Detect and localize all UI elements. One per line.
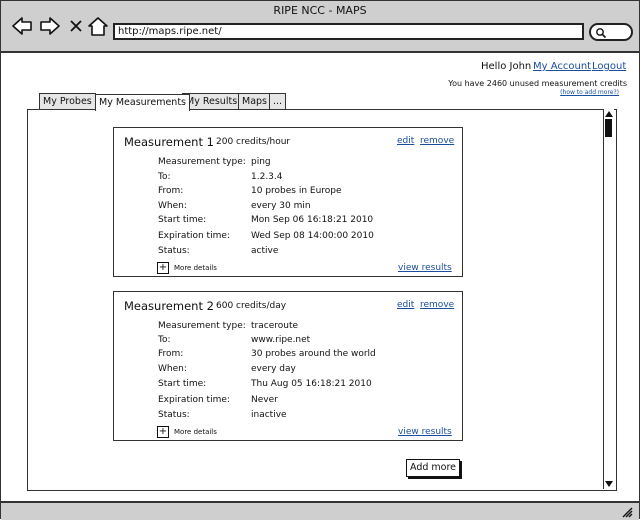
field-label: Start time:	[158, 379, 207, 389]
vertical-scrollbar[interactable]	[603, 109, 614, 489]
more-details-label: More details	[174, 264, 217, 272]
field-label: To:	[158, 172, 171, 182]
field-row-expiration: Expiration time: Never	[158, 395, 278, 407]
field-value: active	[251, 246, 279, 256]
field-row-when: When: every 30 min	[158, 201, 311, 213]
home-icon[interactable]	[87, 15, 109, 37]
tab-my-probes[interactable]: My Probes	[39, 93, 96, 109]
view-results-link[interactable]: view results	[398, 263, 452, 273]
field-value: 30 probes around the world	[251, 349, 376, 359]
how-to-add-more-link[interactable]: (how to add more?)	[431, 89, 619, 96]
more-details-toggle[interactable]: + More details	[157, 262, 217, 274]
measurement-rate: 600 credits/day	[216, 301, 287, 311]
field-label: Measurement type:	[158, 321, 246, 331]
field-value: every 30 min	[251, 201, 311, 211]
measurement-card: Measurement 1 200 credits/hour edit remo…	[113, 127, 463, 277]
measurement-rate: 200 credits/hour	[216, 137, 291, 147]
field-value: Thu Aug 05 16:18:21 2010	[251, 379, 372, 389]
field-row-expiration: Expiration time: Wed Sep 08 14:00:00 2010	[158, 231, 374, 243]
remove-link[interactable]: remove	[420, 300, 454, 310]
plus-icon[interactable]: +	[157, 426, 169, 438]
field-row-type: Measurement type: ping	[158, 157, 271, 169]
measurement-card: Measurement 2 600 credits/day edit remov…	[113, 291, 463, 441]
edit-link[interactable]: edit	[397, 136, 414, 146]
field-row-start: Start time: Mon Sep 06 16:18:21 2010	[158, 215, 373, 227]
field-value: inactive	[251, 410, 287, 420]
more-details-toggle[interactable]: + More details	[157, 426, 217, 438]
field-label: Expiration time:	[158, 395, 230, 405]
plus-icon[interactable]: +	[157, 262, 169, 274]
search-field[interactable]	[589, 23, 633, 41]
field-label: Status:	[158, 410, 190, 420]
field-value: ping	[251, 157, 271, 167]
field-row-from: From: 30 probes around the world	[158, 349, 376, 361]
field-row-status: Status: active	[158, 246, 278, 258]
close-x-icon[interactable]	[65, 15, 87, 37]
measurement-title: Measurement 2	[124, 299, 214, 313]
more-details-label: More details	[174, 428, 217, 436]
field-value: every day	[251, 364, 296, 374]
field-value: Mon Sep 06 16:18:21 2010	[251, 215, 374, 225]
field-value: Never	[251, 395, 278, 405]
field-label: From:	[158, 349, 184, 359]
field-label: To:	[158, 335, 171, 345]
title-bar: RIPE NCC - MAPS http://maps.ripe.net/	[1, 1, 639, 53]
edit-link[interactable]: edit	[397, 300, 414, 310]
measurement-title: Measurement 1	[124, 135, 214, 149]
field-value: 10 probes in Europe	[251, 186, 342, 196]
field-row-status: Status: inactive	[158, 410, 287, 422]
field-label: When:	[158, 201, 187, 211]
browser-window: RIPE NCC - MAPS http://maps.ripe.net/ He…	[0, 0, 640, 520]
view-results-link[interactable]: view results	[398, 427, 452, 437]
back-arrow-icon[interactable]	[11, 15, 33, 37]
forward-arrow-icon[interactable]	[39, 15, 61, 37]
field-row-to: To: www.ripe.net	[158, 335, 310, 347]
my-account-link[interactable]: My Account	[533, 61, 591, 72]
field-row-to: To: 1.2.3.4	[158, 172, 283, 184]
field-row-start: Start time: Thu Aug 05 16:18:21 2010	[158, 379, 372, 391]
scroll-thumb[interactable]	[605, 119, 612, 137]
field-label: From:	[158, 186, 184, 196]
tab-my-results[interactable]: My Results	[182, 93, 242, 109]
tab-maps[interactable]: Maps	[238, 93, 271, 109]
scroll-down-icon[interactable]	[605, 481, 613, 487]
field-value: traceroute	[251, 321, 299, 331]
status-bar	[1, 501, 639, 520]
search-icon	[596, 28, 607, 39]
url-input[interactable]: http://maps.ripe.net/	[113, 23, 584, 40]
field-row-from: From: 10 probes in Europe	[158, 186, 342, 198]
field-label: Measurement type:	[158, 157, 246, 167]
field-label: When:	[158, 364, 187, 374]
field-label: Start time:	[158, 215, 207, 225]
field-value: www.ripe.net	[251, 335, 311, 345]
field-row-when: When: every day	[158, 364, 296, 376]
field-label: Expiration time:	[158, 231, 230, 241]
scroll-up-icon[interactable]	[605, 111, 613, 117]
field-value: Wed Sep 08 14:00:00 2010	[251, 231, 374, 241]
add-more-button[interactable]: Add more	[406, 459, 460, 477]
tab-more[interactable]: ...	[269, 93, 287, 109]
field-value: 1.2.3.4	[251, 172, 283, 182]
field-row-type: Measurement type: traceroute	[158, 321, 298, 333]
credits-text: You have 2460 unused measurement credits	[448, 79, 627, 88]
resize-grip-icon[interactable]	[621, 506, 633, 518]
user-greeting: Hello John	[481, 61, 532, 72]
logout-link[interactable]: Logout	[592, 61, 626, 72]
tab-my-measurements[interactable]: My Measurements	[95, 94, 191, 111]
field-label: Status:	[158, 246, 190, 256]
remove-link[interactable]: remove	[420, 136, 454, 146]
